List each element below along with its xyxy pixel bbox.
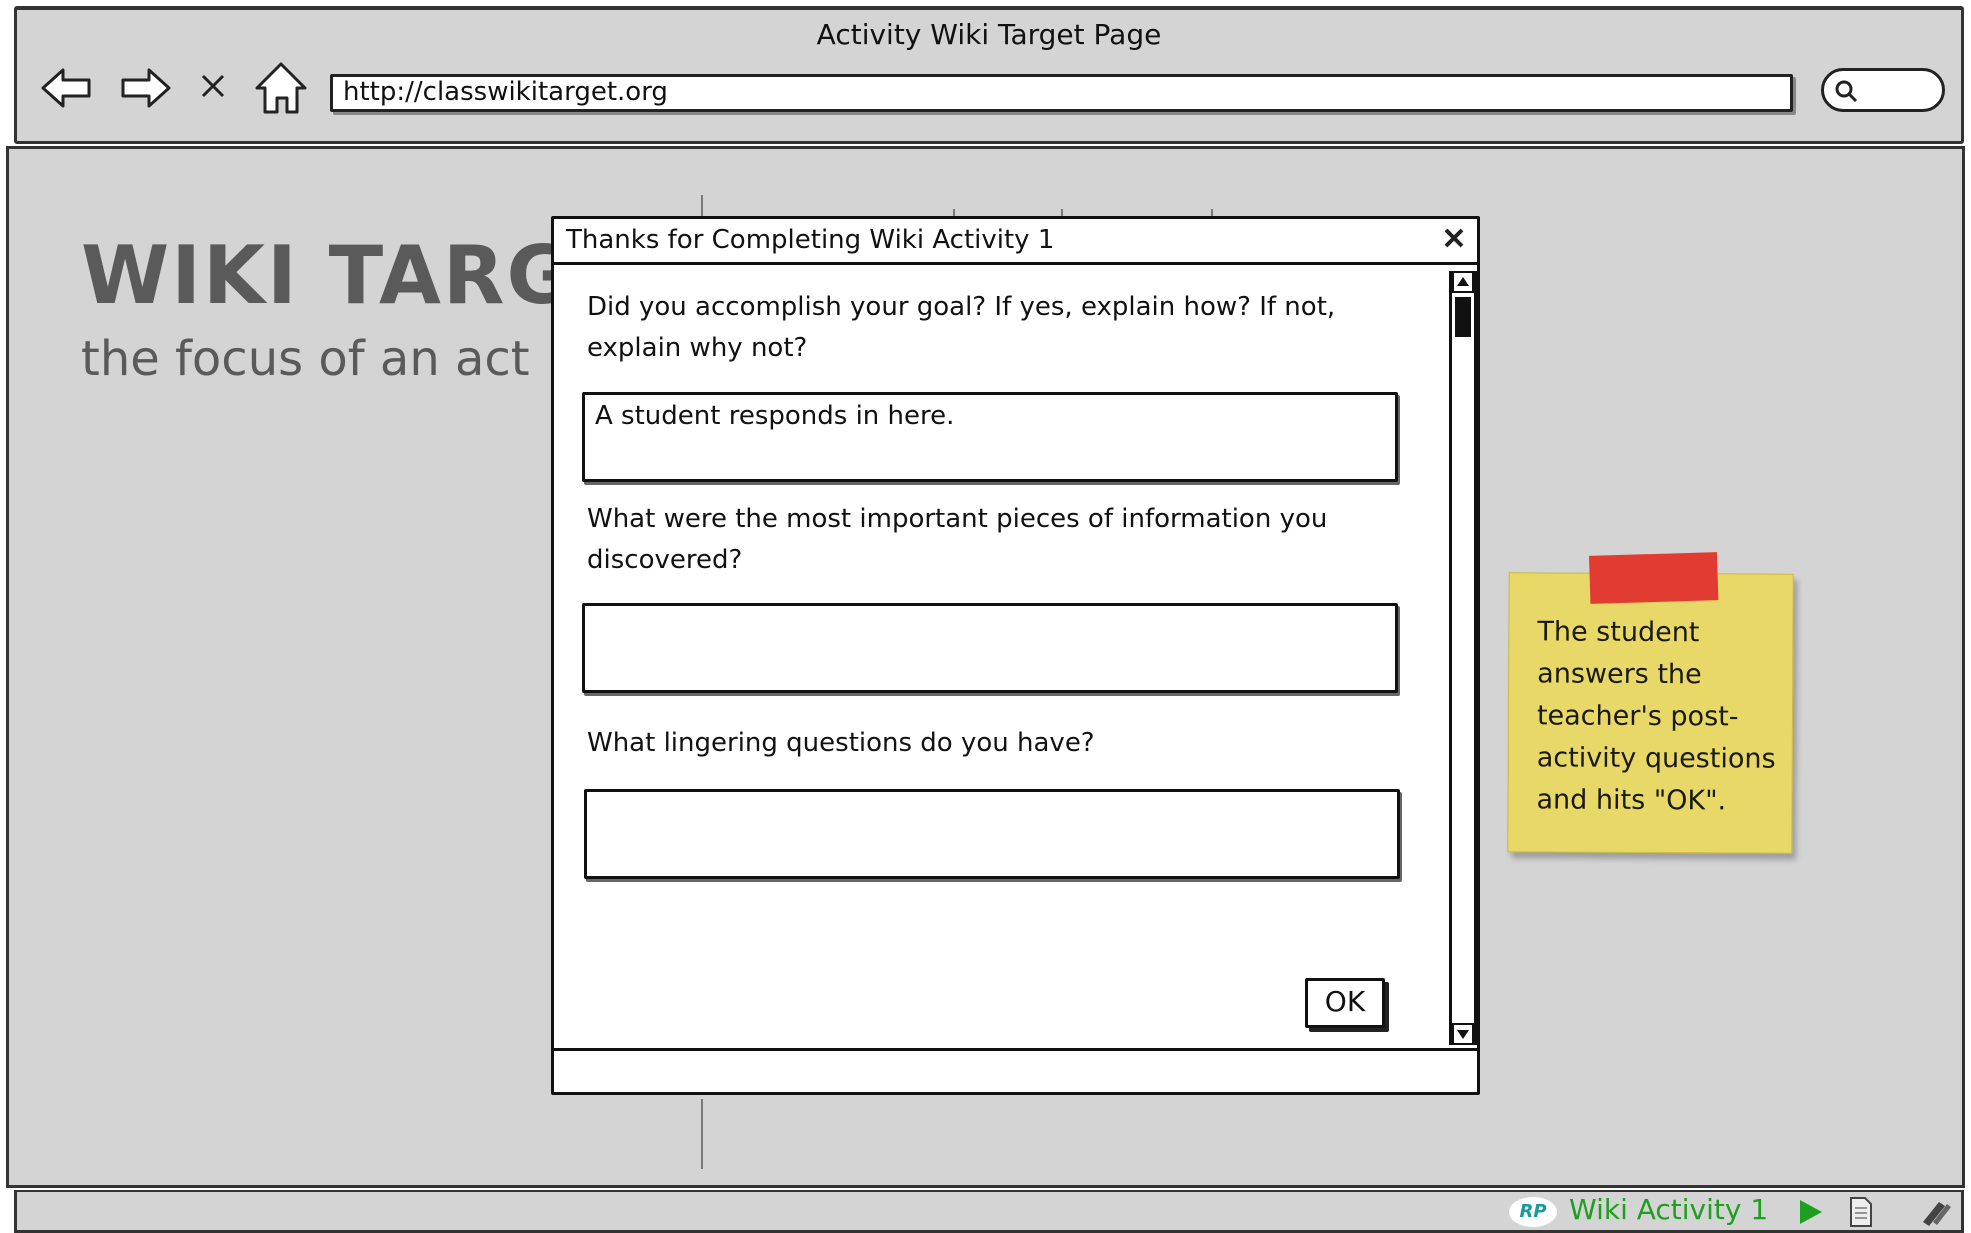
question-2-line-1: What were the most important pieces of i…	[587, 504, 1328, 534]
ok-button[interactable]: OK	[1305, 978, 1385, 1028]
sticky-line: The student	[1537, 616, 1700, 649]
sticky-tape	[1589, 552, 1719, 604]
edit-icon[interactable]	[1917, 1196, 1953, 1228]
play-icon[interactable]	[1795, 1197, 1825, 1227]
question-1-line-2: explain why not?	[587, 333, 808, 363]
status-activity-label[interactable]: Wiki Activity 1	[1569, 1193, 1768, 1226]
search-icon	[1835, 80, 1858, 103]
sticky-line: activity questions	[1536, 742, 1776, 775]
dialog-footer	[554, 1048, 1477, 1092]
scroll-up-icon[interactable]	[1452, 271, 1474, 293]
status-bar: RP Wiki Activity 1	[14, 1190, 1964, 1233]
dialog-title: Thanks for Completing Wiki Activity 1	[566, 225, 1055, 255]
question-3-line-1: What lingering questions do you have?	[587, 728, 1095, 758]
stop-icon[interactable]	[193, 66, 233, 106]
question-2-line-2: discovered?	[587, 545, 743, 575]
dialog-titlebar: Thanks for Completing Wiki Activity 1	[554, 219, 1477, 265]
question-3-label: What lingering questions do you have?	[587, 723, 1095, 764]
sticky-line: and hits "OK".	[1536, 784, 1727, 817]
address-bar[interactable]: http://classwikitarget.org	[330, 74, 1793, 112]
app-logo: RP	[1509, 1197, 1557, 1227]
page-heading: WIKI TARG	[81, 229, 575, 322]
document-icon[interactable]	[1847, 1196, 1875, 1228]
sticky-note: The student answers the teacher's post- …	[1507, 552, 1794, 854]
scroll-down-icon[interactable]	[1452, 1023, 1474, 1045]
sticky-note-text: The student answers the teacher's post- …	[1536, 611, 1782, 822]
close-icon[interactable]	[1441, 225, 1467, 251]
scroll-thumb[interactable]	[1455, 297, 1471, 337]
search-field[interactable]	[1821, 68, 1945, 112]
question-2-label: What were the most important pieces of i…	[587, 499, 1327, 581]
back-arrow-icon[interactable]	[37, 58, 97, 118]
background-divider	[701, 1099, 703, 1169]
dialog-scrollbar[interactable]	[1449, 271, 1477, 1045]
post-activity-dialog: Thanks for Completing Wiki Activity 1 Di…	[551, 216, 1480, 1095]
forward-arrow-icon[interactable]	[115, 58, 175, 118]
home-icon[interactable]	[251, 58, 311, 118]
sticky-line: answers the	[1537, 658, 1702, 691]
answer-3-field[interactable]	[584, 789, 1400, 879]
question-1-line-1: Did you accomplish your goal? If yes, ex…	[587, 292, 1336, 322]
sticky-line: teacher's post-	[1536, 700, 1739, 733]
page-subheading: the focus of an act	[81, 331, 530, 387]
answer-1-field[interactable]: A student responds in here.	[582, 392, 1398, 482]
question-1-label: Did you accomplish your goal? If yes, ex…	[587, 287, 1335, 369]
answer-2-field[interactable]	[582, 603, 1398, 693]
browser-toolbar: Activity Wiki Target Page http://classwi…	[14, 6, 1964, 144]
window-title: Activity Wiki Target Page	[816, 18, 1162, 51]
